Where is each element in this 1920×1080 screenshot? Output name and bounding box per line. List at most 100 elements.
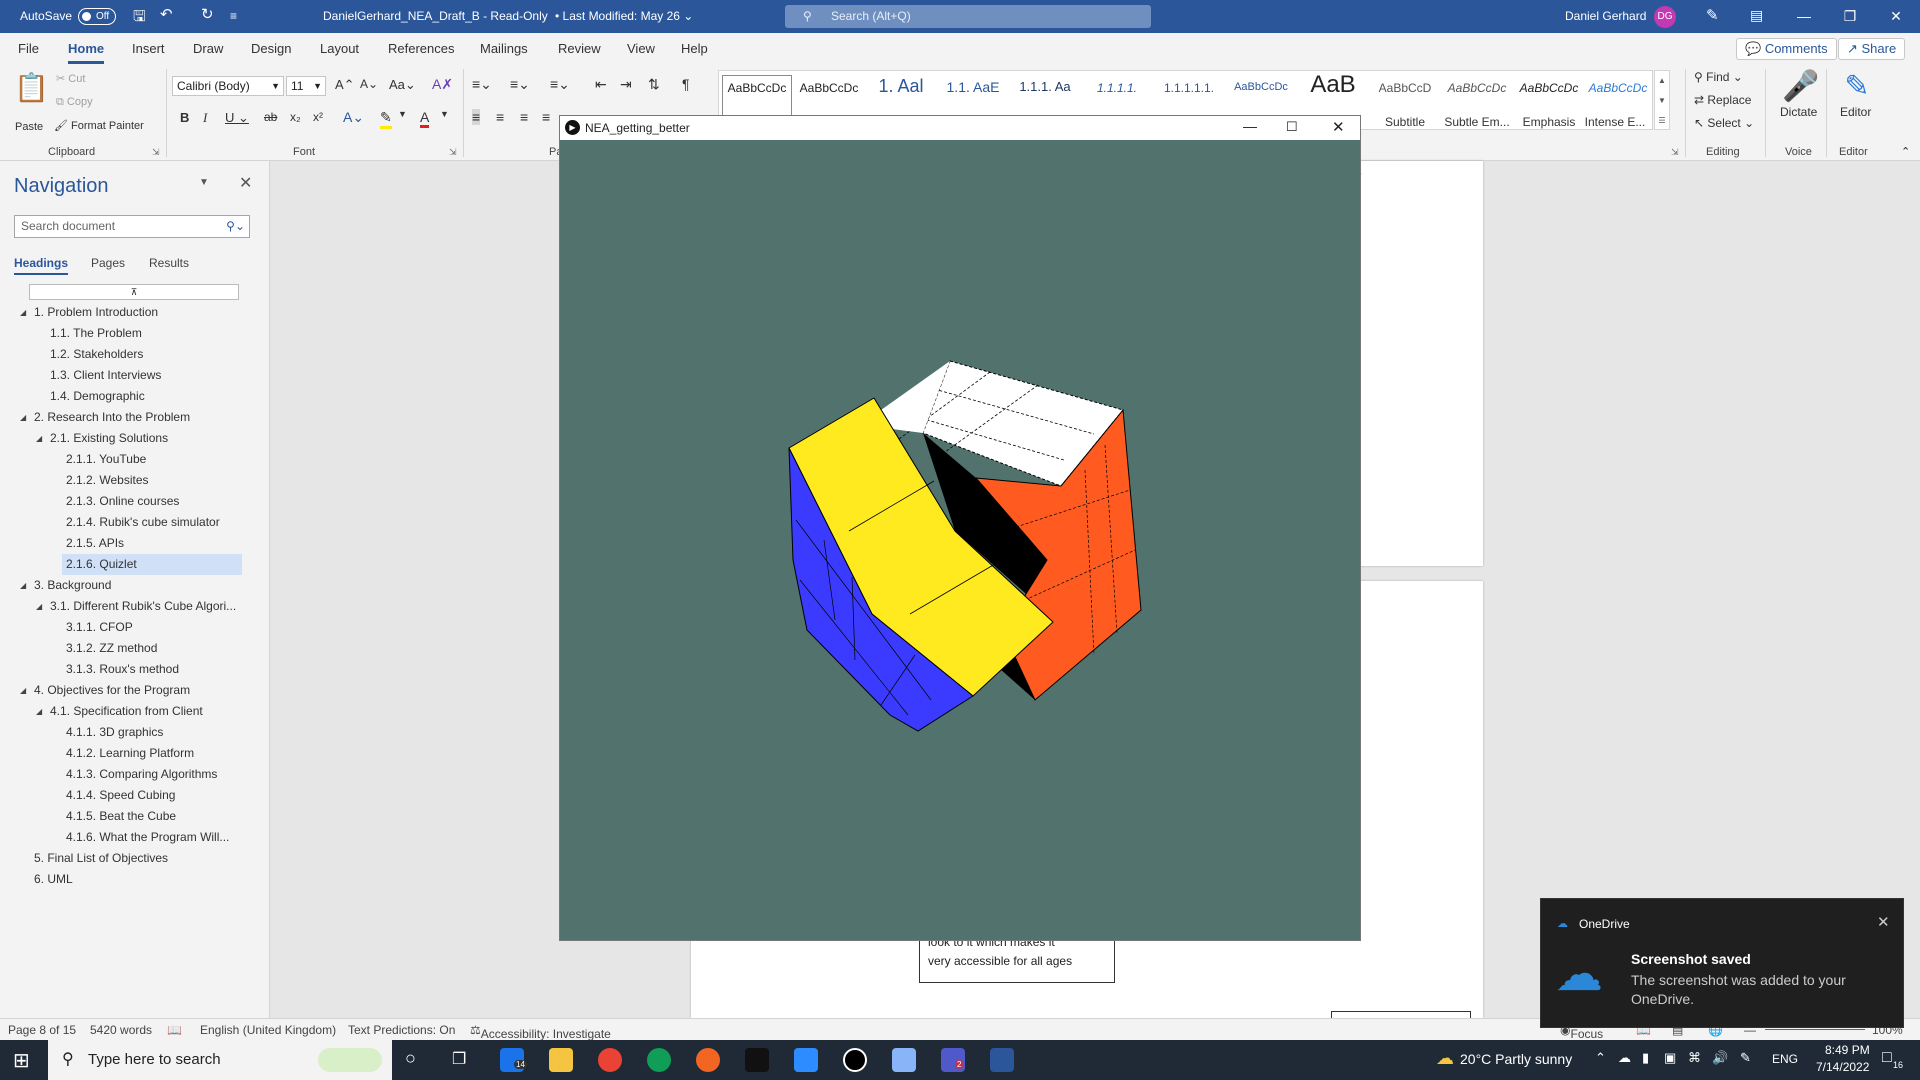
- show-formatting-icon[interactable]: ¶: [682, 76, 690, 92]
- proofing-icon[interactable]: 📖: [167, 1023, 182, 1037]
- tab-mailings[interactable]: Mailings: [480, 41, 528, 56]
- heading-item[interactable]: 3.1.2. ZZ method: [14, 638, 250, 659]
- heading-item[interactable]: 1.3. Client Interviews: [14, 365, 250, 386]
- heading-item[interactable]: 2.1.1. YouTube: [14, 449, 250, 470]
- chevron-down-icon[interactable]: ▼: [440, 109, 449, 119]
- align-center-icon[interactable]: ≡: [496, 109, 504, 125]
- editor-icon[interactable]: ✎: [1840, 69, 1874, 104]
- heading-item[interactable]: ◢ 2.1. Existing Solutions: [14, 428, 250, 449]
- chevron-down-icon[interactable]: ▼: [398, 109, 407, 119]
- snipping-tool-icon[interactable]: [892, 1048, 916, 1072]
- copy-button[interactable]: ⧉ Copy: [56, 96, 93, 109]
- style-emphasis[interactable]: AaBbCcDc: [1514, 81, 1584, 95]
- restore-icon[interactable]: ❐: [1827, 0, 1873, 33]
- collapse-triangle-icon[interactable]: ◢: [20, 407, 26, 428]
- collapse-triangle-icon[interactable]: ◢: [20, 302, 26, 323]
- comments-button[interactable]: 💬 Comments: [1736, 38, 1837, 60]
- language-status[interactable]: English (United Kingdom): [200, 1023, 336, 1037]
- tab-view[interactable]: View: [627, 41, 655, 56]
- align-right-icon[interactable]: ≡: [520, 109, 528, 125]
- maximize-icon[interactable]: ☐: [1286, 119, 1298, 135]
- minimize-icon[interactable]: —: [1781, 0, 1827, 33]
- font-color-icon[interactable]: A: [420, 109, 430, 128]
- redo-icon[interactable]: ↻: [201, 5, 214, 23]
- heading-item[interactable]: 2.1.2. Websites: [14, 470, 250, 491]
- collapse-triangle-icon[interactable]: ◢: [36, 428, 42, 449]
- close-icon[interactable]: ✕: [1877, 913, 1890, 931]
- task-view-icon[interactable]: ❐: [452, 1049, 466, 1069]
- styles-scroll[interactable]: ▲ ▼ ☰: [1654, 70, 1670, 130]
- collapse-triangle-icon[interactable]: ◢: [20, 680, 26, 701]
- heading-item[interactable]: 2.1.3. Online courses: [14, 491, 250, 512]
- style-heading-3[interactable]: 1.1. AaE: [938, 79, 1008, 95]
- heading-item[interactable]: 4.1.5. Beat the Cube: [14, 806, 250, 827]
- cut-button[interactable]: ✂ Cut: [56, 72, 85, 85]
- user-name[interactable]: Daniel Gerhard: [1565, 9, 1646, 23]
- sketch-canvas[interactable]: [560, 140, 1360, 940]
- share-button[interactable]: ↗ Share: [1838, 38, 1906, 60]
- heading-item[interactable]: 6. UML: [14, 869, 250, 890]
- superscript-icon[interactable]: x²: [313, 110, 323, 124]
- tab-file[interactable]: File: [18, 41, 39, 56]
- windows-start-icon[interactable]: ⊞: [13, 1048, 30, 1073]
- heading-item[interactable]: ◢ 2. Research Into the Problem: [14, 407, 250, 428]
- tab-results[interactable]: Results: [149, 256, 189, 270]
- battery-icon[interactable]: ▮: [1642, 1050, 1649, 1066]
- heading-item[interactable]: ◢ 4. Objectives for the Program: [14, 680, 250, 701]
- style-caption[interactable]: AaBbCcDc: [1226, 81, 1296, 93]
- wifi-icon[interactable]: ⌘: [1688, 1050, 1701, 1066]
- search-box[interactable]: ⚲ Search (Alt+Q): [785, 5, 1151, 28]
- camera-icon[interactable]: ▣: [1664, 1050, 1676, 1066]
- clock-time[interactable]: 8:49 PM: [1825, 1043, 1870, 1057]
- heading-item[interactable]: 4.1.2. Learning Platform: [14, 743, 250, 764]
- minimize-icon[interactable]: —: [1243, 118, 1257, 134]
- heading-item[interactable]: ◢ 3.1. Different Rubik's Cube Algori...: [14, 596, 250, 617]
- edge-icon[interactable]: [647, 1048, 671, 1072]
- clipboard-launcher-icon[interactable]: ⇲: [152, 147, 160, 158]
- collapse-ribbon-icon[interactable]: ⌃: [1901, 145, 1910, 158]
- weather-icon[interactable]: ☁: [1436, 1048, 1454, 1069]
- heading-item[interactable]: 4.1.4. Speed Cubing: [14, 785, 250, 806]
- teams-icon[interactable]: 2: [941, 1048, 965, 1072]
- increase-indent-icon[interactable]: ⇥: [620, 76, 632, 93]
- style-heading-5[interactable]: 1.1.1. Aa: [1010, 79, 1080, 94]
- word-count[interactable]: 5420 words: [90, 1023, 152, 1037]
- file-explorer-icon[interactable]: [549, 1048, 573, 1072]
- tab-review[interactable]: Review: [558, 41, 601, 56]
- collapse-triangle-icon[interactable]: ◢: [36, 596, 42, 617]
- tab-headings[interactable]: Headings: [14, 256, 69, 275]
- heading-item[interactable]: ◢ 1. Problem Introduction: [14, 302, 250, 323]
- bullets-icon[interactable]: ≡⌄: [472, 76, 492, 93]
- pen-icon[interactable]: ✎: [1706, 6, 1719, 24]
- pen-tray-icon[interactable]: ✎: [1740, 1050, 1751, 1066]
- bold-icon[interactable]: B: [180, 110, 189, 125]
- heading-item[interactable]: 5. Final List of Objectives: [14, 848, 250, 869]
- decrease-indent-icon[interactable]: ⇤: [595, 76, 607, 93]
- avatar[interactable]: DG: [1654, 6, 1676, 28]
- onedrive-tray-icon[interactable]: ☁: [1618, 1050, 1631, 1066]
- document-title[interactable]: DanielGerhard_NEA_Draft_B - Read-Only: [323, 9, 548, 23]
- replace-button[interactable]: ⇄ Replace: [1694, 93, 1751, 107]
- collapse-triangle-icon[interactable]: ◢: [36, 701, 42, 722]
- collapse-triangle-icon[interactable]: ◢: [20, 575, 26, 596]
- align-left-icon[interactable]: ≡: [472, 109, 481, 125]
- customize-qat-icon[interactable]: ≡: [230, 9, 237, 23]
- sort-icon[interactable]: ⇅: [648, 76, 660, 93]
- word-icon[interactable]: [990, 1048, 1014, 1072]
- justify-icon[interactable]: ≡: [542, 109, 550, 125]
- style-no-spacing[interactable]: AaBbCcDc: [794, 81, 864, 95]
- grow-font-icon[interactable]: A⌃: [335, 77, 355, 93]
- accessibility-status[interactable]: ⚖ Accessibility: Investigate: [470, 1023, 611, 1041]
- close-icon[interactable]: ✕: [1332, 118, 1345, 136]
- ribbon-display-icon[interactable]: ▤: [1750, 7, 1763, 24]
- heading-item[interactable]: 1.1. The Problem: [14, 323, 250, 344]
- heading-item[interactable]: 2.1.4. Rubik's cube simulator: [14, 512, 250, 533]
- heading-item[interactable]: 2.1.6. Quizlet: [62, 554, 242, 575]
- taskbar-search[interactable]: ⚲ Type here to search: [48, 1040, 392, 1080]
- page-count[interactable]: Page 8 of 15: [8, 1023, 76, 1037]
- style-heading-8[interactable]: 1.1.1.1.1.: [1154, 81, 1224, 95]
- italic-icon[interactable]: I: [203, 110, 207, 126]
- font-launcher-icon[interactable]: ⇲: [449, 147, 457, 158]
- tab-pages[interactable]: Pages: [91, 256, 125, 270]
- clock-date[interactable]: 7/14/2022: [1816, 1060, 1869, 1074]
